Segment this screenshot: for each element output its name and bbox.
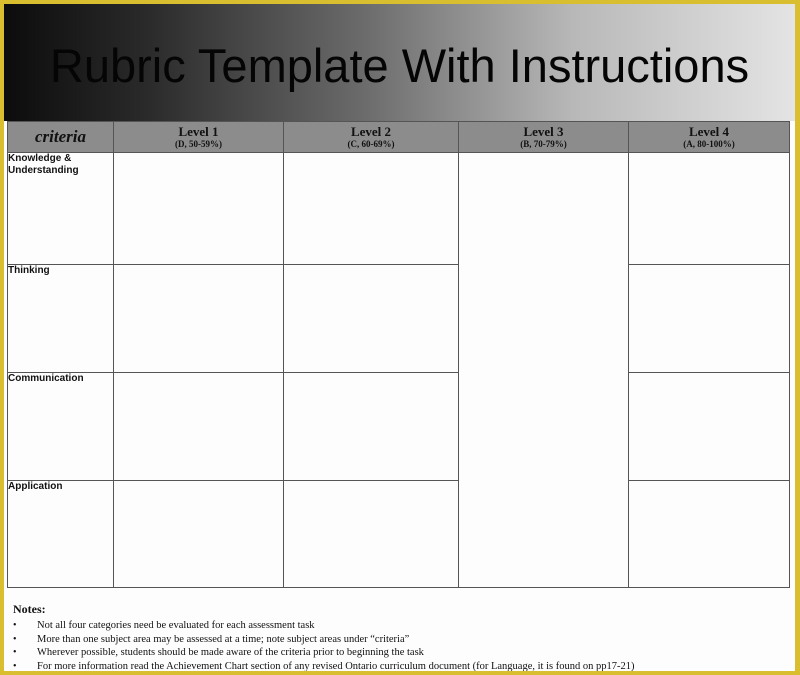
level-name: Level 3 <box>523 123 564 139</box>
criteria-label: Knowledge & Understanding <box>7 152 114 265</box>
level-header: Level 1 (D, 50-59%) <box>113 121 284 153</box>
criteria-label-line: Knowledge & <box>8 153 72 164</box>
table-row: Thinking <box>7 264 790 373</box>
level-header: Level 3 (B, 70-79%) <box>458 121 629 153</box>
rubric-cell[interactable] <box>113 264 284 373</box>
level-header: Level 4 (A, 80-100%) <box>628 121 790 153</box>
level-name: Level 1 <box>178 123 219 139</box>
note-text: Not all four categories need be evaluate… <box>37 620 315 631</box>
rubric-cell[interactable] <box>283 264 459 373</box>
rubric-cell[interactable] <box>628 480 790 588</box>
level-range: (C, 60-69%) <box>347 138 395 149</box>
level-range: (B, 70-79%) <box>520 138 567 149</box>
bullet-icon: • <box>13 647 17 658</box>
note-item: • For more information read the Achievem… <box>13 660 783 672</box>
level-name: Level 4 <box>688 123 730 139</box>
criteria-label: Communication <box>7 372 114 481</box>
criteria-label: Thinking <box>7 264 114 373</box>
note-text: For more information read the Achievemen… <box>37 660 635 672</box>
notes-title: Notes: <box>13 602 46 616</box>
title-banner: Rubric Template With Instructions <box>4 4 795 121</box>
note-text: Wherever possible, students should be ma… <box>37 647 424 658</box>
document-frame: Rubric Template With Instructions criter… <box>4 4 795 671</box>
rubric-cell[interactable] <box>283 372 459 481</box>
bullet-icon: • <box>13 633 17 645</box>
criteria-header: criteria <box>7 121 114 153</box>
criteria-label: Application <box>7 480 114 588</box>
rubric-cell[interactable] <box>113 480 284 588</box>
table-row: Communication <box>7 372 790 481</box>
rubric-cell[interactable] <box>113 152 284 265</box>
note-item: • Wherever possible, students should be … <box>13 646 783 660</box>
criteria-label-line: Communication <box>8 373 84 384</box>
rubric-cell[interactable] <box>628 152 790 265</box>
rubric-cell[interactable] <box>113 372 284 481</box>
notes-list: • Not all four categories need be evalua… <box>13 619 783 671</box>
level-name: Level 2 <box>350 123 392 139</box>
bullet-icon: • <box>13 620 17 631</box>
rubric-table: criteria Level 1 (D, 50-59%) Level 2 (C,… <box>7 121 790 588</box>
rubric-cell[interactable] <box>283 480 459 588</box>
page-title: Rubric Template With Instructions <box>49 39 750 92</box>
rubric-cell[interactable] <box>628 264 790 373</box>
criteria-label-line: Application <box>8 481 63 492</box>
note-item: • More than one subject area may be asse… <box>13 633 783 647</box>
criteria-label-line: Understanding <box>8 165 79 176</box>
level-range: (A, 80-100%) <box>683 138 735 149</box>
table-row: Knowledge & Understanding <box>7 152 790 588</box>
table-row: Application <box>7 480 790 588</box>
criteria-label-line: Thinking <box>8 265 50 276</box>
note-item: • Not all four categories need be evalua… <box>13 619 783 633</box>
level-header: Level 2 (C, 60-69%) <box>283 121 459 153</box>
bullet-icon: • <box>13 660 17 672</box>
rubric-cell-level-3-merged[interactable] <box>458 152 629 588</box>
rubric-cell[interactable] <box>628 372 790 481</box>
header-row: criteria Level 1 (D, 50-59%) Level 2 (C,… <box>7 121 790 153</box>
note-text: More than one subject area may be assess… <box>37 633 410 645</box>
level-range: (D, 50-59%) <box>175 138 222 149</box>
rubric-cell[interactable] <box>283 152 459 265</box>
notes-section: Notes: • Not all four categories need be… <box>13 602 783 671</box>
